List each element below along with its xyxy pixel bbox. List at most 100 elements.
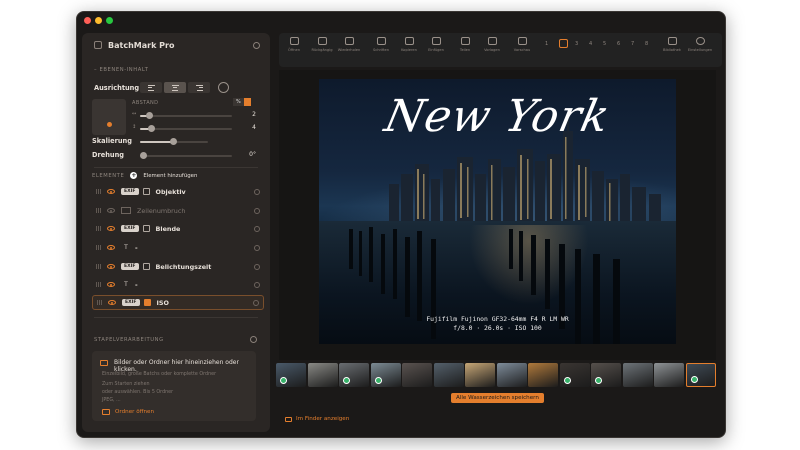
preset-4[interactable]: 4 [589, 41, 592, 47]
toolbar-redo-button[interactable]: Wiederholen [336, 37, 362, 52]
preset-3[interactable]: 3 [575, 41, 578, 47]
element-row-zeilenumbruch[interactable]: Zeilenumbruch [92, 203, 264, 218]
unit-percent[interactable]: % [233, 98, 244, 106]
minimize-window-button[interactable] [95, 17, 102, 24]
align-right-button[interactable] [188, 82, 210, 93]
filmstrip-thumbnail[interactable] [559, 363, 590, 387]
element-row-belichtungszeit[interactable]: EXIF Belichtungszeit [92, 259, 264, 274]
element-settings-icon[interactable] [254, 207, 260, 214]
spacing-x-value[interactable]: 2 [242, 111, 256, 118]
toolbar-paste-button[interactable]: Einfügen [423, 37, 449, 52]
spacing-x-knob[interactable] [146, 112, 153, 119]
drag-handle-icon[interactable] [96, 245, 102, 250]
close-window-button[interactable] [84, 17, 91, 24]
filmstrip-thumbnail[interactable] [402, 363, 432, 387]
add-element-icon[interactable]: + [130, 172, 138, 179]
drag-handle-icon[interactable] [96, 189, 102, 194]
drag-handle-icon[interactable] [96, 208, 102, 213]
exif-caption-line1[interactable]: Fujifilm Fujinon GF32-64mm F4 R LM WR [319, 315, 676, 323]
filmstrip-thumbnail[interactable] [307, 363, 338, 387]
rotation-slider[interactable] [140, 152, 232, 159]
gear-icon [695, 37, 705, 45]
element-settings-icon[interactable] [253, 299, 259, 306]
scale-knob[interactable] [170, 138, 177, 145]
element-settings-icon[interactable] [254, 263, 260, 270]
element-checkbox[interactable] [142, 263, 150, 270]
scale-slider[interactable] [140, 138, 208, 145]
open-folder-button[interactable]: Ordner öffnen [102, 409, 154, 415]
filmstrip-thumbnail[interactable] [370, 363, 401, 387]
toolbar-library-button[interactable]: Bibliothek [659, 37, 685, 52]
element-checkbox[interactable] [143, 299, 151, 306]
preset-8[interactable]: 8 [645, 41, 648, 47]
element-row-iso[interactable]: EXIF ISO [92, 295, 264, 310]
element-settings-icon[interactable] [254, 244, 260, 251]
visibility-eye-icon[interactable] [107, 226, 115, 231]
anchor-position-grid[interactable] [92, 99, 126, 135]
toolbar-templates-button[interactable]: Vorlagen [479, 37, 505, 52]
preset-2-active[interactable] [559, 39, 568, 48]
drag-handle-icon[interactable] [96, 282, 102, 287]
element-row-text-1[interactable]: T - [92, 240, 264, 255]
toolbar-fonts-button[interactable]: Schriften [368, 37, 394, 52]
filmstrip-thumbnail[interactable] [622, 363, 653, 387]
spacing-x-slider[interactable] [140, 112, 232, 119]
reset-alignment-icon[interactable] [218, 82, 229, 93]
visibility-eye-icon[interactable] [107, 282, 115, 287]
element-settings-icon[interactable] [254, 188, 260, 195]
rotation-value[interactable]: 0° [238, 151, 256, 158]
element-checkbox[interactable] [142, 188, 150, 195]
filmstrip-thumbnail[interactable] [433, 363, 464, 387]
toolbar-preview-button[interactable]: Vorschau [509, 37, 535, 52]
filmstrip-thumbnail[interactable] [339, 363, 369, 387]
visibility-eye-icon[interactable] [107, 189, 115, 194]
visibility-eye-icon[interactable] [107, 264, 115, 269]
sidebar-settings-icon[interactable] [253, 41, 260, 49]
align-center-button[interactable] [164, 82, 186, 93]
spacing-y-knob[interactable] [148, 125, 155, 132]
filmstrip-thumbnail[interactable] [685, 363, 716, 387]
toolbar-copy-button[interactable]: Kopieren [396, 37, 422, 52]
drag-handle-icon[interactable] [96, 226, 102, 231]
drag-handle-icon[interactable] [96, 264, 102, 269]
element-row-blende[interactable]: EXIF Blende [92, 221, 264, 236]
filmstrip-thumbnail[interactable] [465, 363, 495, 387]
toolbar-settings-button[interactable]: Einstellungen [687, 37, 713, 52]
filmstrip-thumbnail[interactable] [591, 363, 621, 387]
visibility-eye-icon[interactable] [108, 300, 116, 305]
visibility-eye-icon[interactable] [107, 245, 115, 250]
spacing-unit-toggle[interactable]: % [233, 98, 252, 106]
drop-zone[interactable]: Bilder oder Ordner hier hineinziehen ode… [92, 351, 256, 421]
toolbar-open-button[interactable]: Öffnen [281, 37, 307, 52]
element-settings-icon[interactable] [254, 281, 260, 288]
visibility-eye-icon[interactable] [107, 208, 115, 213]
toolbar-share-button[interactable]: Teilen [452, 37, 478, 52]
align-left-button[interactable] [140, 82, 162, 93]
toolbar-undo-button[interactable]: Rückgängig [309, 37, 335, 52]
exif-caption-line2[interactable]: f/8.0 · 26.0s · ISO 100 [319, 324, 676, 332]
element-row-objektiv[interactable]: EXIF Objektiv [92, 184, 264, 199]
filmstrip-thumbnail[interactable] [276, 363, 306, 387]
element-row-text-2[interactable]: T - [92, 277, 264, 292]
drag-handle-icon[interactable] [97, 300, 103, 305]
watermark-script-title[interactable]: New York [319, 91, 676, 142]
unit-active[interactable] [243, 98, 252, 106]
element-settings-icon[interactable] [254, 225, 260, 232]
preset-1[interactable]: 1 [545, 41, 548, 47]
filmstrip-thumbnail[interactable] [496, 363, 527, 387]
filmstrip-thumbnail[interactable] [654, 363, 684, 387]
zoom-window-button[interactable] [106, 17, 113, 24]
spacing-y-slider[interactable] [140, 125, 232, 132]
preset-7[interactable]: 7 [631, 41, 634, 47]
show-in-finder-link[interactable]: Im Finder anzeigen [285, 416, 349, 422]
spacing-y-value[interactable]: 4 [242, 124, 256, 131]
preset-5[interactable]: 5 [603, 41, 606, 47]
filmstrip-thumbnail[interactable] [528, 363, 558, 387]
preset-6[interactable]: 6 [617, 41, 620, 47]
add-element-button[interactable]: Element hinzufügen [143, 173, 197, 179]
rotation-knob[interactable] [140, 152, 147, 159]
save-all-watermarks-button[interactable]: Alle Wasserzeichen speichern [451, 393, 544, 403]
element-checkbox[interactable] [142, 225, 150, 232]
batch-settings-icon[interactable] [250, 336, 257, 343]
paste-icon [431, 37, 441, 45]
